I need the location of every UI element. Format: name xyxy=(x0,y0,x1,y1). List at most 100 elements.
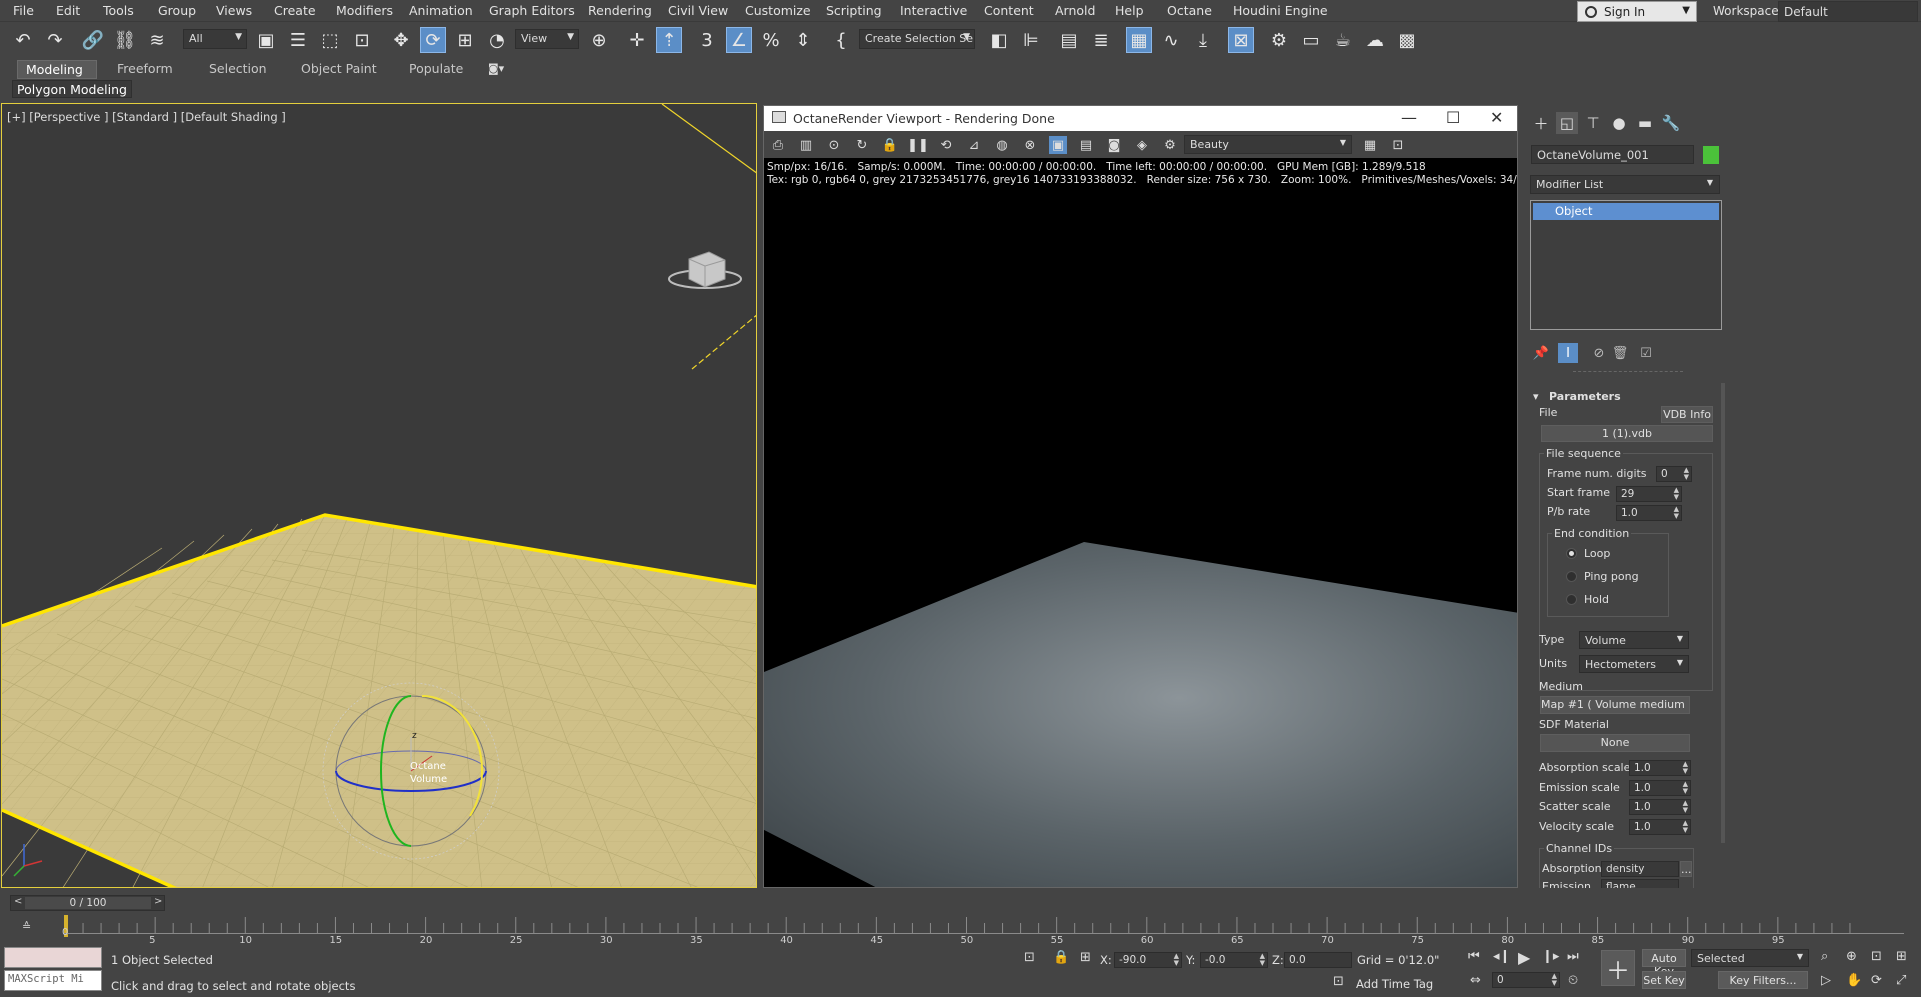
isolate-selection-icon[interactable]: ⊡ xyxy=(1024,950,1035,965)
scatter-scale-spinner[interactable]: 1.0 ▲ ▼ xyxy=(1629,799,1691,815)
menu-graph-editors[interactable]: Graph Editors xyxy=(489,3,575,18)
type-select[interactable]: Volume ▼ xyxy=(1579,631,1689,649)
orbit-icon[interactable]: ⟳ xyxy=(1871,973,1882,988)
toggle-ribbon-icon[interactable]: ▦ xyxy=(1126,27,1152,53)
snaps-toggle-icon[interactable]: 3 xyxy=(694,27,720,53)
selection-lock-icon[interactable]: 🔒 xyxy=(1053,950,1069,965)
x-coordinate-field[interactable]: -90.0 ▲ ▼ xyxy=(1114,952,1182,968)
window-crossing-icon[interactable]: ⊡ xyxy=(349,27,375,53)
keyboard-shortcut-override-icon[interactable]: ⇡ xyxy=(656,27,682,53)
modifier-list-select[interactable]: Modifier List ▼ xyxy=(1530,175,1720,194)
menu-civil-view[interactable]: Civil View xyxy=(668,3,728,18)
channel-emission-field[interactable]: flame xyxy=(1601,879,1679,888)
menu-animation[interactable]: Animation xyxy=(409,3,473,18)
menu-octane[interactable]: Octane xyxy=(1167,3,1212,18)
curve-editor-icon[interactable]: ∿ xyxy=(1158,27,1184,53)
menu-help[interactable]: Help xyxy=(1115,3,1144,18)
lock-icon[interactable]: 🔒 xyxy=(881,136,899,154)
remove-modifier-icon[interactable]: 🗑 xyxy=(1610,343,1630,363)
render-pass-select[interactable]: Beauty ▼ xyxy=(1184,135,1352,154)
panel-divider[interactable] xyxy=(1573,371,1683,373)
hold-label[interactable]: Hold xyxy=(1584,593,1609,606)
absolute-mode-icon[interactable]: ⊞ xyxy=(1080,950,1091,965)
zoom-extents-icon[interactable]: ⊡ xyxy=(1871,949,1882,964)
color-picker-icon[interactable]: ◍ xyxy=(993,136,1011,154)
move-icon[interactable]: ✥ xyxy=(388,27,414,53)
menu-arnold[interactable]: Arnold xyxy=(1055,3,1095,18)
place-icon[interactable]: ◔ xyxy=(484,27,510,53)
maximize-viewport-icon[interactable]: ⤢ xyxy=(1896,973,1906,988)
fit-view-icon[interactable]: ⊡ xyxy=(1389,136,1407,154)
close-icon[interactable]: ✕ xyxy=(1490,108,1503,127)
reference-coordinate-select[interactable]: View ▼ xyxy=(515,29,579,49)
menu-modifiers[interactable]: Modifiers xyxy=(336,3,393,18)
material-editor-icon[interactable]: ⊠ xyxy=(1228,27,1254,53)
refresh-icon[interactable]: ⟲ xyxy=(937,136,955,154)
emission-scale-spinner[interactable]: 1.0 ▲ ▼ xyxy=(1629,780,1691,796)
pb-rate-spinner[interactable]: 1.0 ▲ ▼ xyxy=(1616,505,1682,521)
make-unique-icon[interactable]: ⊘ xyxy=(1589,343,1609,363)
hierarchy-tab-icon[interactable]: ⊤ xyxy=(1582,112,1604,134)
y-coordinate-field[interactable]: -0.0 ▲ ▼ xyxy=(1200,952,1268,968)
prev-frame-icon[interactable]: < xyxy=(14,896,22,907)
configure-modifier-sets-icon[interactable]: ☑ xyxy=(1636,343,1656,363)
key-mode-select[interactable]: Selected ▼ xyxy=(1691,949,1809,967)
viewcube[interactable] xyxy=(688,251,726,288)
go-to-end-icon[interactable]: ⏭ xyxy=(1567,949,1579,964)
channel-absorption-browse-button[interactable]: ... xyxy=(1680,861,1692,877)
key-mode-toggle-icon[interactable]: ⇔ xyxy=(1470,973,1481,988)
next-frame-icon[interactable]: > xyxy=(154,896,162,907)
maxscript-listener-output[interactable] xyxy=(4,947,102,968)
link-icon[interactable]: 🔗 xyxy=(80,27,106,53)
tab-selection[interactable]: Selection xyxy=(201,60,275,79)
menu-edit[interactable]: Edit xyxy=(56,3,80,18)
stack-item-object[interactable]: Object xyxy=(1533,203,1719,220)
workspace-select[interactable]: Default xyxy=(1778,1,1918,22)
absorption-scale-spinner[interactable]: 1.0 ▲ ▼ xyxy=(1629,760,1691,776)
render-activeshade-icon[interactable]: ▩ xyxy=(1394,27,1420,53)
go-to-start-icon[interactable]: ⏮ xyxy=(1468,949,1480,964)
loop-label[interactable]: Loop xyxy=(1584,547,1610,560)
maximize-icon[interactable]: ☐ xyxy=(1446,108,1460,127)
menu-customize[interactable]: Customize xyxy=(745,3,811,18)
zoom-icon[interactable]: ⊙ xyxy=(825,136,843,154)
ping-pong-label[interactable]: Ping pong xyxy=(1584,570,1639,583)
rollout-collapse-icon[interactable]: ▾ xyxy=(1533,390,1539,403)
menu-rendering[interactable]: Rendering xyxy=(588,3,652,18)
clay-render-icon[interactable]: ⊗ xyxy=(1021,136,1039,154)
select-by-name-icon[interactable]: ☰ xyxy=(285,27,311,53)
minimize-icon[interactable]: — xyxy=(1401,108,1417,127)
scene-explorer-icon[interactable]: ▤ xyxy=(1056,27,1082,53)
previous-frame-icon[interactable]: ◂❙ xyxy=(1493,949,1510,964)
viewport-label[interactable]: [+] [Perspective ] [Standard ] [Default … xyxy=(7,110,286,124)
region-render-icon[interactable]: ⊿ xyxy=(965,136,983,154)
object-color-swatch[interactable] xyxy=(1703,146,1719,164)
edit-named-selection-icon[interactable]: { xyxy=(828,27,854,53)
display-tab-icon[interactable]: ▬ xyxy=(1634,112,1656,134)
object-name-field[interactable]: OctaneVolume_001 xyxy=(1531,145,1694,164)
perspective-viewport[interactable]: z Octane Volume [+] [Perspective ] [Stan… xyxy=(1,103,757,888)
next-frame-icon[interactable]: ❙▸ xyxy=(1542,949,1559,964)
file-button[interactable]: 1 (1).vdb xyxy=(1541,425,1713,442)
frame-counter[interactable]: 0 / 100 xyxy=(25,897,151,909)
tab-object-paint[interactable]: Object Paint xyxy=(293,60,385,79)
z-coordinate-field[interactable]: 0.0 xyxy=(1284,952,1352,968)
spinner-snap-icon[interactable]: ⇕ xyxy=(790,27,816,53)
menu-tools[interactable]: Tools xyxy=(103,3,134,18)
time-tag-icon[interactable]: ⊡ xyxy=(1333,974,1344,989)
pause-icon[interactable]: ❚❚ xyxy=(907,136,929,154)
sdf-material-button[interactable]: None xyxy=(1540,734,1690,752)
modify-tab-icon[interactable]: ◱ xyxy=(1556,112,1578,134)
add-time-tag-button[interactable]: Add Time Tag xyxy=(1356,977,1433,991)
render-production-icon[interactable]: ☕ xyxy=(1330,27,1356,53)
unlink-icon[interactable]: ⛓ xyxy=(112,27,138,53)
rect-selection-icon[interactable]: ⬚ xyxy=(317,27,343,53)
units-select[interactable]: Hectometers ▼ xyxy=(1579,655,1689,673)
utilities-tab-icon[interactable]: 🔧 xyxy=(1660,112,1682,134)
table-view-icon[interactable]: ▦ xyxy=(1361,136,1379,154)
auto-key-button[interactable]: Auto Key xyxy=(1642,949,1686,978)
octane-title-bar[interactable]: OctaneRender Viewport - Rendering Done —… xyxy=(764,106,1517,131)
panel-scrollbar[interactable] xyxy=(1721,383,1725,843)
tab-populate[interactable]: Populate xyxy=(401,60,471,79)
selection-filter-select[interactable]: All ▼ xyxy=(183,29,247,49)
